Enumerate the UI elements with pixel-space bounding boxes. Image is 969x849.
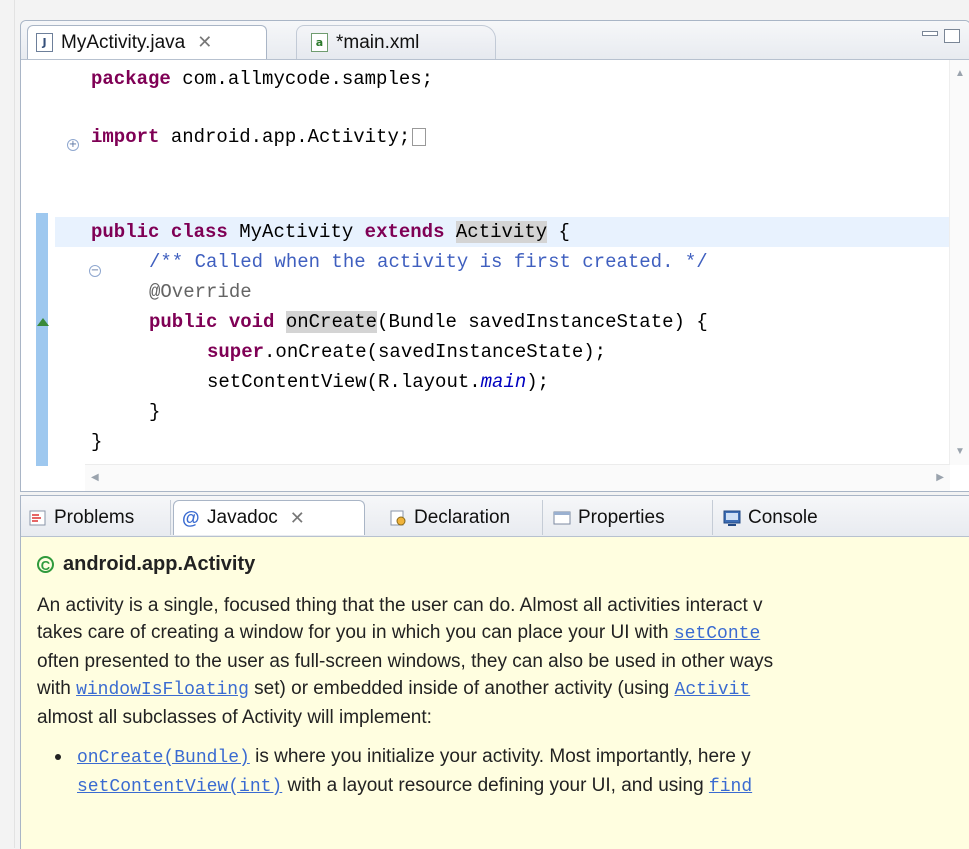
folded-block-icon[interactable] xyxy=(412,127,427,146)
tab-label: Declaration xyxy=(414,506,511,528)
javadoc-text: takes care of creating a window for you … xyxy=(37,622,761,644)
editor-window-controls xyxy=(922,29,960,43)
editor-tabbar: J MyActivity.java ✕ a *main.xml xyxy=(21,21,969,60)
code-line: package com.allmycode.samples; xyxy=(91,68,434,90)
code-line: public void onCreate(Bundle savedInstanc… xyxy=(149,311,708,333)
tab-javadoc[interactable]: @ Javadoc ✕ xyxy=(173,500,365,535)
views-tabbar: Problems @ Javadoc ✕ Declaration Propert… xyxy=(21,496,969,537)
tab-main-xml[interactable]: a *main.xml xyxy=(296,25,496,59)
javadoc-text: often presented to the user as full-scre… xyxy=(37,651,774,672)
horizontal-scrollbar[interactable]: ◀ ▶ xyxy=(85,464,950,491)
scroll-down-icon[interactable]: ▼ xyxy=(955,446,965,457)
code-line: super.onCreate(savedInstanceState); xyxy=(207,341,607,363)
scroll-right-icon[interactable]: ▶ xyxy=(936,472,944,483)
javadoc-content: C android.app.Activity An activity is a … xyxy=(21,537,969,849)
javadoc-text: with windowIsFloating set) or embedded i… xyxy=(37,678,751,700)
change-marker-icon xyxy=(37,318,49,326)
left-edge xyxy=(0,0,15,848)
code-editor: J MyActivity.java ✕ a *main.xml package … xyxy=(20,20,969,492)
scroll-up-icon[interactable]: ▲ xyxy=(955,68,965,79)
activitygroup-link[interactable]: Activit xyxy=(675,680,751,700)
tab-label: *main.xml xyxy=(336,31,420,53)
javadoc-text: with a layout resource defining your UI,… xyxy=(282,775,709,796)
javadoc-text: almost all subclasses of Activity will i… xyxy=(37,707,432,728)
javadoc-icon: @ xyxy=(182,508,200,528)
console-icon xyxy=(723,509,741,527)
list-item: onCreate(Bundle) is where you initialize… xyxy=(55,743,969,801)
windowisfloating-link[interactable]: windowIsFloating xyxy=(76,680,249,700)
java-file-icon: J xyxy=(36,33,53,52)
class-icon: C xyxy=(37,556,54,573)
code-line: public class MyActivity extends Activity… xyxy=(91,221,570,243)
collapse-fold-icon[interactable]: − xyxy=(89,265,101,277)
javadoc-class-name: android.app.Activity xyxy=(63,553,256,575)
javadoc-title: C android.app.Activity xyxy=(37,551,969,578)
setcontentview-link[interactable]: setConte xyxy=(674,624,760,644)
findviewbyid-link[interactable]: find xyxy=(709,777,752,797)
code-line: /** Called when the activity is first cr… xyxy=(149,251,708,273)
tab-properties[interactable]: Properties xyxy=(545,500,713,535)
javadoc-bullet-list: onCreate(Bundle) is where you initialize… xyxy=(37,743,969,801)
close-icon[interactable]: ✕ xyxy=(197,32,212,53)
tab-label: Console xyxy=(748,506,818,528)
code-area[interactable]: package com.allmycode.samples; import an… xyxy=(21,60,950,465)
bullet-icon xyxy=(55,754,61,760)
close-icon[interactable]: ✕ xyxy=(290,508,305,529)
properties-icon xyxy=(553,509,571,527)
vertical-scrollbar[interactable]: ▲ ▼ xyxy=(949,60,969,465)
code-line: } xyxy=(149,401,161,423)
code-line: import android.app.Activity; xyxy=(91,122,427,152)
tab-label: Problems xyxy=(54,506,135,528)
code-line: } xyxy=(91,431,103,453)
maximize-icon[interactable] xyxy=(944,29,960,43)
scroll-left-icon[interactable]: ◀ xyxy=(91,472,99,483)
setcontentview-int-link[interactable]: setContentView(int) xyxy=(77,777,282,797)
bottom-views-panel: Problems @ Javadoc ✕ Declaration Propert… xyxy=(20,495,969,849)
tab-problems[interactable]: Problems xyxy=(21,500,171,535)
tab-label: Properties xyxy=(578,506,665,528)
javadoc-text: An activity is a single, focused thing t… xyxy=(37,595,763,616)
oncreate-link[interactable]: onCreate(Bundle) xyxy=(77,748,250,768)
code-line: @Override xyxy=(149,281,252,303)
javadoc-text: is where you initialize your activity. M… xyxy=(249,746,751,767)
expand-fold-icon[interactable]: + xyxy=(67,139,79,151)
tab-myactivity-java[interactable]: J MyActivity.java ✕ xyxy=(27,25,267,59)
minimize-icon[interactable] xyxy=(922,31,938,36)
problems-icon xyxy=(29,509,47,527)
change-ruler-bar xyxy=(36,213,48,466)
tab-label: MyActivity.java xyxy=(61,31,186,53)
code-line: setContentView(R.layout.main); xyxy=(207,371,550,393)
tab-declaration[interactable]: Declaration xyxy=(381,500,543,535)
tab-label: Javadoc xyxy=(207,507,278,528)
javadoc-description: An activity is a single, focused thing t… xyxy=(37,592,969,731)
xml-file-icon: a xyxy=(311,33,328,52)
declaration-icon xyxy=(389,509,407,527)
tab-console[interactable]: Console xyxy=(715,500,855,535)
